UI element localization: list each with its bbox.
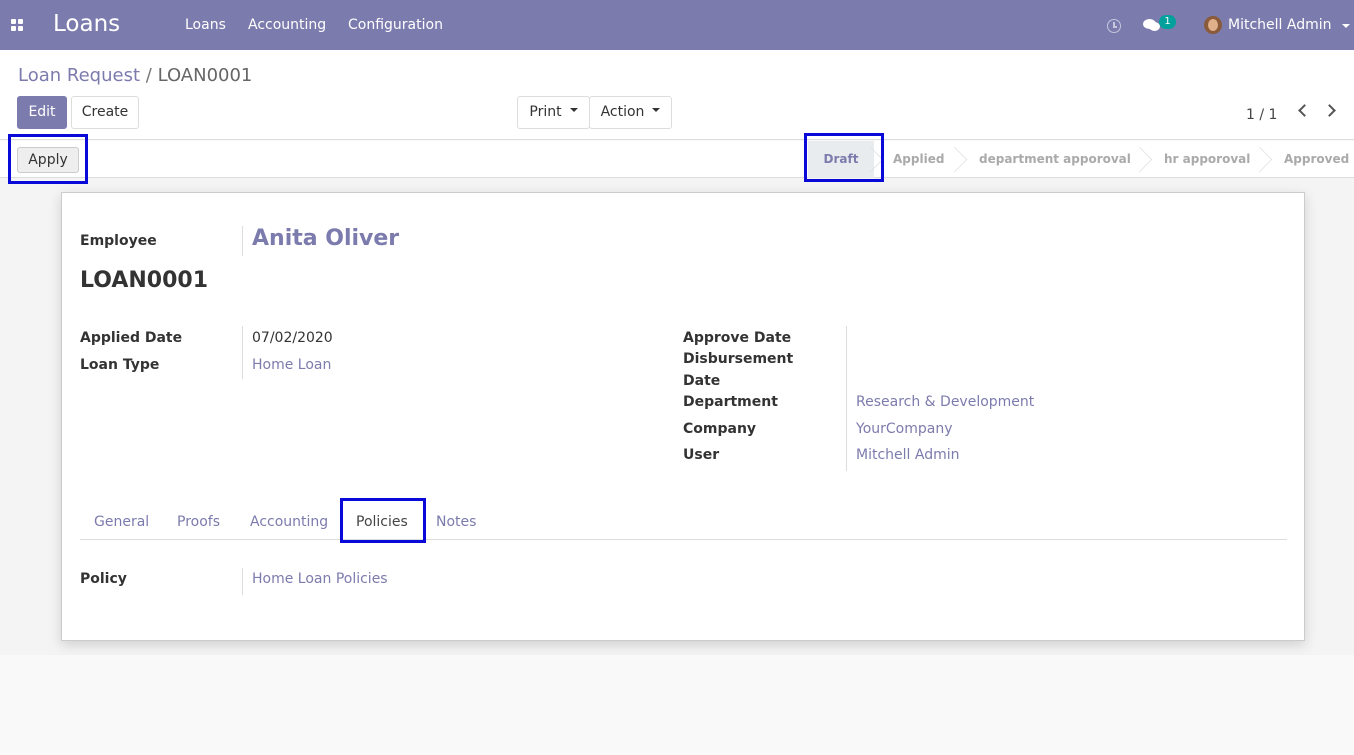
menu-configuration[interactable]: Configuration	[348, 17, 443, 33]
policies-tab-highlight-box	[340, 498, 426, 543]
status-bar: Apply Draft Applied department apporoval…	[0, 141, 1354, 178]
employee-field[interactable]: Anita Oliver	[252, 226, 399, 251]
edit-button[interactable]: Edit	[17, 96, 67, 129]
loan-reference: LOAN0001	[80, 268, 209, 293]
user-field[interactable]: Mitchell Admin	[856, 447, 960, 463]
stage-applied[interactable]: Applied	[893, 141, 944, 178]
action-label: Action	[600, 104, 645, 120]
pager-next-icon[interactable]	[1323, 104, 1336, 117]
app-brand[interactable]: Loans	[53, 11, 120, 37]
loan-type-label: Loan Type	[80, 357, 160, 373]
stage-separator	[951, 141, 969, 178]
stage-hr-approval[interactable]: hr apporoval	[1164, 141, 1250, 178]
action-caret-icon	[652, 108, 661, 112]
stage-department-approval[interactable]: department apporoval	[979, 141, 1131, 178]
create-button[interactable]: Create	[71, 96, 139, 129]
action-dropdown-button[interactable]: Action	[589, 96, 672, 129]
user-menu-caret-icon[interactable]	[1342, 24, 1350, 28]
policy-label: Policy	[80, 571, 127, 587]
field-divider	[242, 568, 243, 595]
activity-clock-icon[interactable]	[1107, 19, 1121, 33]
tab-general[interactable]: General	[94, 514, 149, 530]
disbursement-date-label-line2: Date	[683, 373, 721, 389]
user-avatar[interactable]	[1204, 16, 1222, 34]
breadcrumb-current: LOAN0001	[157, 65, 253, 86]
top-navbar: Loans Loans Accounting Configuration 1 M…	[0, 0, 1354, 50]
breadcrumb-parent[interactable]: Loan Request	[18, 65, 140, 86]
policy-field[interactable]: Home Loan Policies	[252, 571, 388, 587]
company-label: Company	[683, 421, 757, 437]
tab-proofs[interactable]: Proofs	[177, 514, 220, 530]
stage-approved[interactable]: Approved	[1284, 141, 1349, 178]
approve-date-label: Approve Date	[683, 330, 792, 346]
field-divider	[846, 326, 847, 471]
apply-highlight-box	[8, 134, 88, 184]
draft-highlight-box	[804, 133, 884, 182]
stage-separator	[1256, 141, 1274, 178]
department-label: Department	[683, 394, 778, 410]
stage-separator	[1136, 141, 1154, 178]
notification-badge: 1	[1159, 15, 1176, 29]
applied-date-field[interactable]: 07/02/2020	[252, 330, 333, 346]
field-divider	[242, 226, 243, 256]
notebook-tabs: General Proofs Accounting Policies Notes	[80, 510, 1287, 540]
department-field[interactable]: Research & Development	[856, 394, 1034, 410]
loan-type-field[interactable]: Home Loan	[252, 357, 331, 373]
print-caret-icon	[569, 108, 578, 112]
disbursement-date-label: Disbursement	[683, 351, 794, 367]
menu-loans[interactable]: Loans	[185, 17, 226, 33]
apps-grid-icon[interactable]	[11, 19, 24, 32]
form-sheet: Employee Anita Oliver LOAN0001 Applied D…	[61, 192, 1305, 641]
print-dropdown-button[interactable]: Print	[517, 96, 590, 129]
menu-accounting[interactable]: Accounting	[248, 17, 326, 33]
breadcrumb-separator: /	[145, 65, 152, 86]
user-label: User	[683, 447, 720, 463]
user-menu[interactable]: Mitchell Admin	[1228, 17, 1332, 33]
tab-notes[interactable]: Notes	[436, 514, 476, 530]
tab-accounting[interactable]: Accounting	[250, 514, 328, 530]
print-label: Print	[529, 104, 562, 120]
control-panel: Loan Request / LOAN0001 Edit Create Prin…	[0, 50, 1354, 140]
field-divider	[242, 326, 243, 379]
breadcrumb: Loan Request / LOAN0001	[18, 65, 252, 86]
employee-label: Employee	[80, 233, 157, 249]
company-field[interactable]: YourCompany	[856, 421, 953, 437]
pager-previous-icon[interactable]	[1298, 104, 1311, 117]
pager-value[interactable]: 1 / 1	[1246, 107, 1277, 123]
applied-date-label: Applied Date	[80, 330, 183, 346]
